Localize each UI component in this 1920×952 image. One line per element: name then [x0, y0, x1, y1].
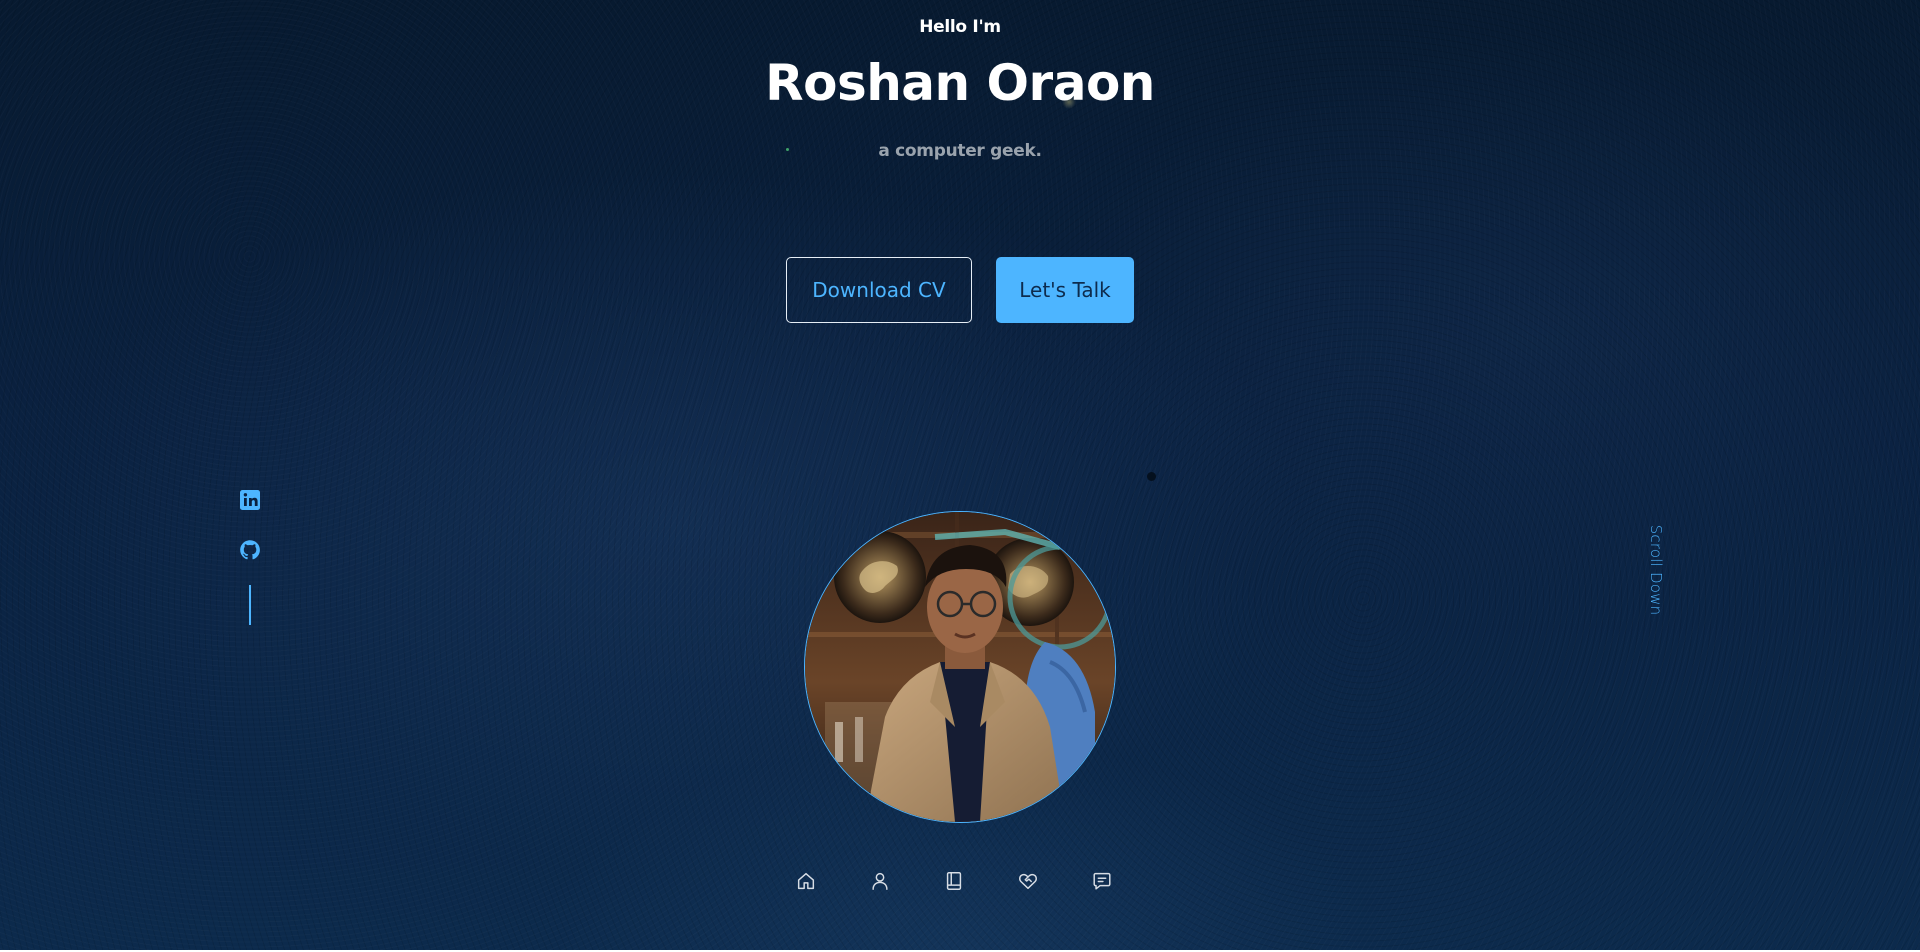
book-icon	[946, 872, 962, 890]
nav-experience[interactable]	[935, 862, 973, 900]
home-icon	[797, 872, 815, 890]
nav-home[interactable]	[787, 862, 825, 900]
social-divider-line	[249, 585, 251, 625]
user-icon	[872, 872, 888, 890]
heart-handshake-icon	[1019, 873, 1037, 890]
linkedin-icon[interactable]	[238, 488, 262, 512]
nav-contact[interactable]	[1083, 862, 1121, 900]
greeting-text: Hello I'm	[919, 17, 1001, 37]
nav-services[interactable]	[1009, 862, 1047, 900]
hero-section: Hello I'm Roshan Oraon a computer geek. …	[0, 0, 1920, 950]
github-icon[interactable]	[238, 538, 262, 562]
download-cv-button[interactable]: Download CV	[786, 257, 972, 323]
page-title: Roshan Oraon	[765, 54, 1155, 112]
avatar	[804, 511, 1116, 823]
message-icon	[1093, 872, 1111, 890]
scroll-down-label: Scroll Down	[1647, 524, 1665, 616]
lets-talk-button[interactable]: Let's Talk	[996, 257, 1134, 323]
profile-photo	[805, 512, 1115, 822]
bottom-nav	[787, 862, 1133, 900]
nav-about[interactable]	[861, 862, 899, 900]
decorative-dark-dot	[1147, 472, 1156, 481]
tagline-text: a computer geek.	[878, 141, 1042, 161]
